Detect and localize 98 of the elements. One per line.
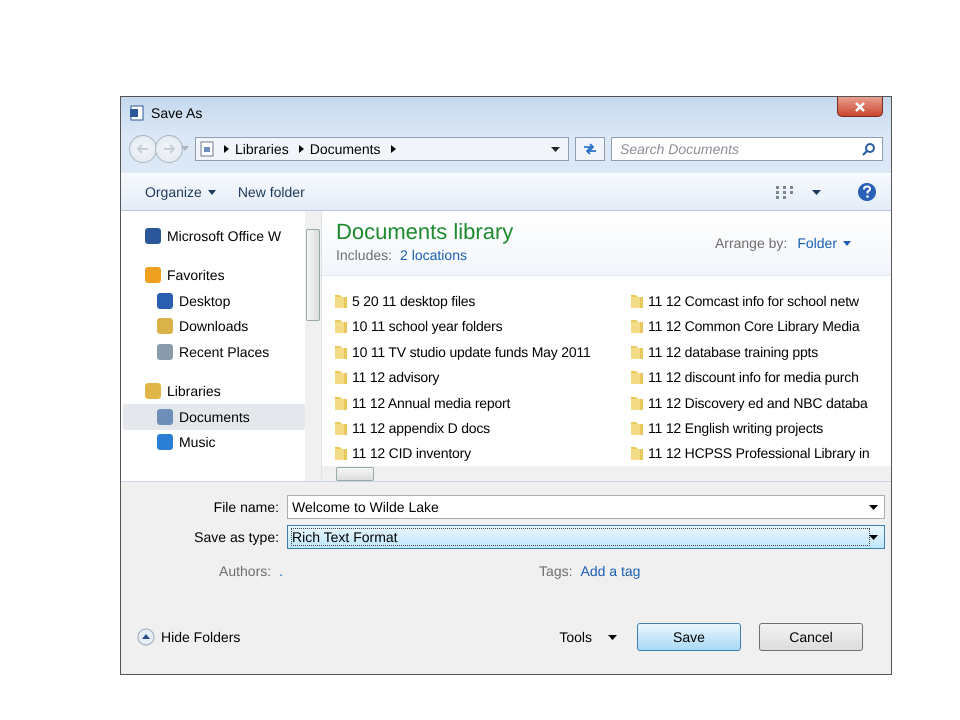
back-button[interactable] xyxy=(129,135,157,163)
collapse-icon xyxy=(137,628,155,646)
folder-item[interactable]: 11 12 Comcast info for school netw xyxy=(630,288,891,314)
sidebar-item[interactable]: Libraries xyxy=(121,378,305,404)
sidebar-item[interactable]: Music xyxy=(121,430,305,455)
folder-icon xyxy=(334,394,348,411)
folder-item[interactable]: 11 12 discount info for media purch xyxy=(630,364,891,390)
caret-icon xyxy=(208,190,216,194)
chevron-icon xyxy=(224,145,229,153)
document-icon xyxy=(200,141,214,157)
folder-icon xyxy=(334,369,348,386)
folder-icon xyxy=(630,420,644,436)
sidebar-icon xyxy=(157,344,173,360)
sidebar-icon xyxy=(145,267,161,284)
file-name-field[interactable]: Welcome to Wilde Lake xyxy=(287,495,885,519)
window-title: Save As xyxy=(151,105,202,121)
forward-button[interactable] xyxy=(155,135,183,163)
vertical-scrollbar[interactable] xyxy=(305,211,321,481)
folder-item[interactable]: 11 12 Annual media report xyxy=(334,390,630,416)
organize-button[interactable]: Organize xyxy=(141,182,220,202)
refresh-button[interactable] xyxy=(575,137,605,161)
breadcrumb[interactable]: Documents xyxy=(310,141,381,157)
document-icon xyxy=(129,105,145,121)
save-button[interactable]: Save xyxy=(637,623,741,651)
folder-item[interactable]: 11 12 English writing projects xyxy=(630,415,891,441)
arrange-by-dropdown[interactable]: Folder xyxy=(797,235,851,251)
folder-icon xyxy=(334,318,348,334)
file-name-label: File name: xyxy=(212,499,280,515)
close-button[interactable] xyxy=(837,97,883,117)
search-field[interactable]: Search Documents xyxy=(611,137,883,161)
folder-icon xyxy=(334,445,348,462)
sidebar-item[interactable]: Microsoft Office W xyxy=(121,223,305,248)
address-bar[interactable]: Libraries Documents xyxy=(195,137,569,161)
back-arrow-icon xyxy=(137,144,149,154)
caret-icon xyxy=(608,634,617,640)
sidebar-item[interactable]: Favorites xyxy=(121,262,305,288)
help-button[interactable] xyxy=(857,182,877,202)
add-tag-link[interactable]: Add a tag xyxy=(580,563,640,579)
close-icon xyxy=(854,102,866,112)
sidebar-item[interactable]: Recent Places xyxy=(121,339,305,364)
authors-label: Authors: xyxy=(219,563,272,579)
locations-link[interactable]: 2 locations xyxy=(400,247,467,263)
chevron-icon xyxy=(390,145,396,153)
view-grid-icon xyxy=(776,185,794,199)
folder-item[interactable]: 11 12 advisory xyxy=(334,364,630,390)
caret-icon xyxy=(181,146,189,152)
sidebar-icon xyxy=(145,228,161,244)
hide-folders-button[interactable]: Hide Folders xyxy=(137,628,240,646)
includes-label: Includes: xyxy=(336,247,392,263)
cancel-button[interactable]: Cancel xyxy=(759,623,863,651)
folder-icon xyxy=(630,318,644,334)
folder-item[interactable]: 11 12 appendix D docs xyxy=(334,415,630,441)
folder-item[interactable]: 11 12 HCPSS Professional Library in xyxy=(630,440,891,466)
folder-item[interactable]: 10 11 school year folders xyxy=(334,314,630,340)
caret-icon xyxy=(551,146,560,152)
sidebar-icon xyxy=(157,292,173,309)
tags-label: Tags: xyxy=(539,563,572,579)
arrange-by-label: Arrange by: xyxy=(714,235,788,251)
folder-icon xyxy=(334,420,348,436)
sidebar-icon xyxy=(157,318,173,334)
folder-icon xyxy=(630,445,644,462)
sidebar-icon xyxy=(145,383,161,400)
tools-button[interactable]: Tools xyxy=(559,629,617,645)
refresh-icon xyxy=(582,142,598,156)
save-type-label: Save as type: xyxy=(193,529,280,545)
caret-icon xyxy=(869,504,878,510)
folder-icon xyxy=(630,369,644,386)
search-icon xyxy=(862,142,876,156)
caret-icon xyxy=(843,240,851,246)
caret-icon xyxy=(869,534,878,540)
sidebar-item[interactable]: Desktop xyxy=(121,288,305,314)
new-folder-button[interactable]: New folder xyxy=(234,182,309,202)
folder-item[interactable]: 11 12 Discovery ed and NBC databa xyxy=(630,390,891,416)
scrollbar-thumb[interactable] xyxy=(336,466,374,480)
folder-item[interactable]: 11 12 database training ppts xyxy=(630,339,891,364)
caret-icon xyxy=(812,190,821,194)
horizontal-scrollbar[interactable] xyxy=(322,466,891,481)
sidebar-icon xyxy=(157,434,173,450)
library-title: Documents library xyxy=(336,219,514,245)
folder-item[interactable]: 10 11 TV studio update funds May 2011 xyxy=(334,339,630,364)
sidebar-item[interactable]: Documents xyxy=(123,404,305,430)
scrollbar-thumb[interactable] xyxy=(306,229,320,321)
save-type-dropdown[interactable]: Rich Text Format xyxy=(287,525,885,549)
forward-arrow-icon xyxy=(163,144,175,154)
folder-icon xyxy=(630,344,644,360)
folder-item[interactable]: 11 12 CID inventory xyxy=(334,440,630,466)
sidebar-icon xyxy=(157,408,173,425)
help-icon xyxy=(857,182,877,202)
folder-icon xyxy=(630,292,644,309)
folder-icon xyxy=(334,292,348,309)
authors-value[interactable]: . xyxy=(279,563,284,579)
folder-item[interactable]: 5 20 11 desktop files xyxy=(334,288,630,314)
sidebar-item[interactable]: Downloads xyxy=(121,314,305,339)
folder-icon xyxy=(630,394,644,411)
chevron-icon xyxy=(298,145,304,153)
folder-icon xyxy=(334,344,348,360)
breadcrumb[interactable]: Libraries xyxy=(235,141,289,157)
folder-item[interactable]: 11 12 Common Core Library Media xyxy=(630,314,891,340)
